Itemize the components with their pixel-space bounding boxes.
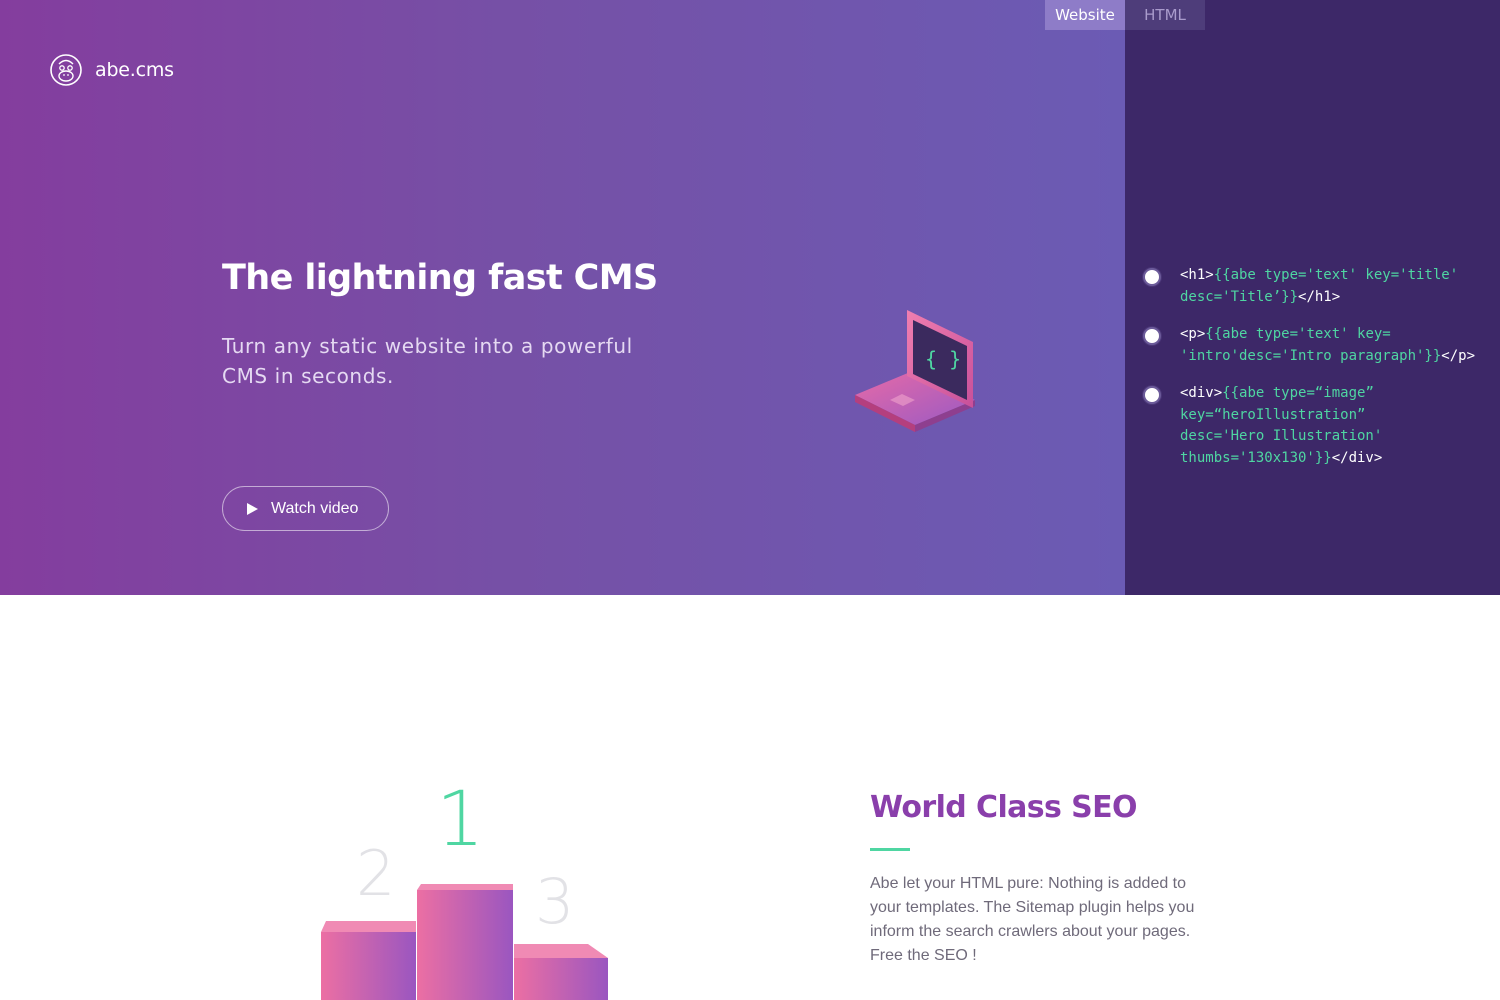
code-close-tag: </p> <box>1441 347 1476 364</box>
podium-third-number: 3 <box>535 865 574 938</box>
tab-website[interactable]: Website <box>1045 0 1125 30</box>
watch-video-label: Watch video <box>271 499 359 517</box>
watch-video-button[interactable]: Watch video <box>222 486 389 531</box>
code-line-marker[interactable] <box>1143 327 1161 345</box>
podium-second-number: 2 <box>356 837 395 910</box>
hero-title: The lightning fast CMS <box>222 258 658 298</box>
play-icon <box>247 502 258 515</box>
code-line: <h1>{{abe type='text' key='title' desc='… <box>1143 265 1458 308</box>
hero-section: abe.cms The lightning fast CMS Turn any … <box>0 0 1125 595</box>
brand-name: abe.cms <box>95 59 174 81</box>
code-open-tag: <p> <box>1180 326 1206 342</box>
code-close-tag: </h1> <box>1298 288 1341 305</box>
code-line-marker[interactable] <box>1143 386 1161 404</box>
code-abe-expression: {{abe type='text' key= 'intro'desc='Intr… <box>1180 326 1442 364</box>
laptop-code-icon: { } <box>855 310 975 432</box>
podium-illustration: 1 2 3 <box>321 775 608 1000</box>
code-close-tag: </div> <box>1331 449 1383 466</box>
seo-description: Abe let your HTML pure: Nothing is added… <box>870 875 1195 964</box>
hero-subtitle: Turn any static website into a powerful … <box>222 334 633 388</box>
code-open-tag: <div> <box>1180 385 1223 401</box>
code-line: <p>{{abe type='text' key= 'intro'desc='I… <box>1143 324 1475 367</box>
podium-first-number: 1 <box>436 775 484 863</box>
monkey-face-icon <box>50 54 82 86</box>
code-line-marker[interactable] <box>1143 268 1161 286</box>
logo[interactable]: abe.cms <box>50 52 174 88</box>
seo-divider <box>870 848 910 851</box>
seo-title: World Class SEO <box>870 790 1138 825</box>
tab-html[interactable]: HTML <box>1125 0 1205 30</box>
code-open-tag: <h1> <box>1180 267 1214 283</box>
code-line: <div>{{abe type=“image” key=“heroIllustr… <box>1143 383 1382 469</box>
view-toggle: Website HTML <box>1045 0 1205 30</box>
laptop-screen-glyph: { } <box>925 347 961 371</box>
